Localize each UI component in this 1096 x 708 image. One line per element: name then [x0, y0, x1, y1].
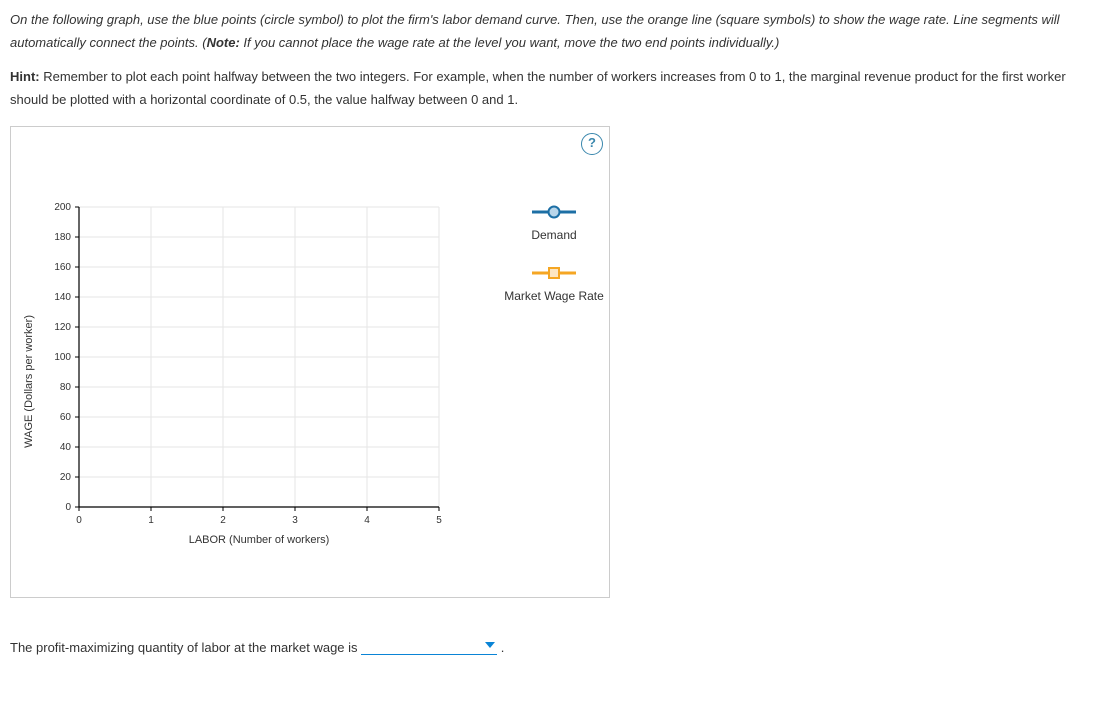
instructions-note-bold: Note:	[207, 35, 240, 50]
x-axis-label: LABOR (Number of workers)	[189, 534, 330, 546]
svg-text:20: 20	[60, 472, 72, 483]
hint-block: Hint: Remember to plot each point halfwa…	[10, 65, 1086, 112]
legend-wage-label: Market Wage Rate	[499, 289, 609, 303]
question-row: The profit-maximizing quantity of labor …	[10, 638, 1086, 655]
y-tick-group: 0 20 40 60 80 100 120 140	[54, 202, 79, 513]
svg-text:0: 0	[65, 502, 71, 513]
legend-demand[interactable]: Demand	[499, 205, 609, 242]
chart-area[interactable]: WAGE (Dollars per worker)	[23, 197, 469, 567]
question-text: The profit-maximizing quantity of labor …	[10, 640, 361, 655]
hint-text: Remember to plot each point halfway betw…	[10, 69, 1066, 107]
graph-panel: ? WAGE (Dollars per worker)	[10, 126, 610, 598]
x-tick-group: 0 1 2 3 4 5	[76, 507, 442, 526]
svg-text:40: 40	[60, 442, 72, 453]
svg-text:160: 160	[54, 262, 71, 273]
svg-text:100: 100	[54, 352, 71, 363]
chart-svg[interactable]: 0 20 40 60 80 100 120 140	[39, 197, 469, 567]
legend-demand-label: Demand	[499, 228, 609, 242]
circle-icon	[499, 205, 609, 222]
svg-text:5: 5	[436, 515, 442, 526]
chart-wrap: WAGE (Dollars per worker)	[11, 127, 609, 597]
svg-text:4: 4	[364, 515, 370, 526]
svg-text:140: 140	[54, 292, 71, 303]
hint-label: Hint:	[10, 69, 40, 84]
svg-text:60: 60	[60, 412, 72, 423]
help-button[interactable]: ?	[581, 133, 603, 155]
svg-text:1: 1	[148, 515, 154, 526]
instructions-block: On the following graph, use the blue poi…	[10, 8, 1086, 55]
svg-text:180: 180	[54, 232, 71, 243]
svg-text:3: 3	[292, 515, 298, 526]
svg-text:120: 120	[54, 322, 71, 333]
svg-text:80: 80	[60, 382, 72, 393]
square-icon	[499, 266, 609, 283]
svg-text:0: 0	[76, 515, 82, 526]
y-axis-label: WAGE (Dollars per worker)	[23, 315, 35, 448]
question-after: .	[501, 640, 505, 655]
legend-wage[interactable]: Market Wage Rate	[499, 266, 609, 303]
answer-dropdown[interactable]	[361, 638, 497, 655]
svg-text:2: 2	[220, 515, 226, 526]
svg-text:200: 200	[54, 202, 71, 213]
chevron-down-icon	[485, 642, 495, 648]
legend-panel: Demand Market Wage Rate	[469, 197, 609, 567]
instructions-part2: If you cannot place the wage rate at the…	[240, 35, 780, 50]
